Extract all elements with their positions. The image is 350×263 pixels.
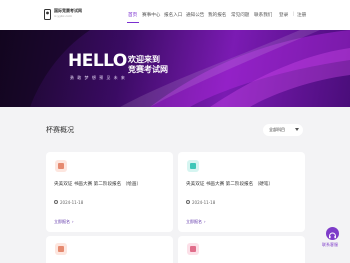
arrow-right-icon: › — [72, 219, 74, 224]
arrow-right-icon: › — [204, 219, 206, 224]
nav-signup-entry[interactable]: 报名入口 — [164, 12, 182, 18]
headset-icon — [329, 232, 336, 239]
customer-service-button[interactable] — [326, 227, 339, 240]
nav-active-indicator — [127, 22, 139, 23]
nav-events[interactable]: 赛事中心 — [142, 12, 160, 18]
contest-card[interactable]: 央美双证 书画大赛 第二阶段报名 （绘画） 2024-11-18 立即报名 › — [46, 152, 173, 232]
contest-card[interactable] — [178, 236, 305, 263]
hero-banner — [0, 30, 350, 107]
banner-slogan: 勇 敢 梦 想 预 见 未 来 — [70, 75, 126, 80]
login-link[interactable]: 登录 — [279, 12, 288, 18]
document-icon — [187, 243, 199, 255]
login-separator: | — [293, 12, 295, 17]
banner-welcome-line2: 竞赛考试网 — [128, 65, 168, 74]
card-date: 2024-11-18 — [60, 200, 84, 205]
document-icon — [55, 160, 67, 172]
register-link[interactable]: 注册 — [297, 12, 306, 18]
banner-hello: HELLO — [68, 51, 127, 71]
card-title: 央美双证 书画大赛 第二阶段报名 （硬笔） — [186, 182, 274, 187]
logo-subtitle: ic.yybc.com — [54, 14, 72, 18]
section-title: 杯赛概况 — [46, 126, 74, 134]
logo-icon[interactable] — [44, 9, 51, 20]
signup-now-link[interactable]: 立即报名 — [186, 219, 202, 225]
card-date: 2024-11-18 — [192, 200, 216, 205]
nav-contact[interactable]: 联系我们 — [254, 12, 272, 18]
document-icon — [55, 243, 67, 255]
clock-icon — [54, 200, 58, 204]
contest-card[interactable]: 央美双证 书画大赛 第二阶段报名 （硬笔） 2024-11-18 立即报名 › — [178, 152, 305, 232]
card-title: 央美双证 书画大赛 第二阶段报名 （绘画） — [54, 182, 142, 187]
nav-home[interactable]: 首页 — [128, 12, 137, 18]
contest-card[interactable] — [46, 236, 173, 263]
customer-service-label[interactable]: 联系客服 — [322, 242, 338, 248]
chevron-down-icon — [295, 128, 299, 131]
subject-filter-label: 全部科目 — [269, 127, 285, 132]
top-header: 国际竞赛考试网 ic.yybc.com 首页 赛事中心 报名入口 通知公告 我的… — [0, 0, 350, 30]
signup-now-link[interactable]: 立即报名 — [54, 219, 70, 225]
nav-notices[interactable]: 通知公告 — [186, 12, 204, 18]
banner-waves — [0, 30, 350, 107]
clock-icon — [186, 200, 190, 204]
document-icon — [187, 160, 199, 172]
nav-my-signup[interactable]: 我的报名 — [208, 12, 226, 18]
nav-faq[interactable]: 常见问题 — [231, 12, 249, 18]
